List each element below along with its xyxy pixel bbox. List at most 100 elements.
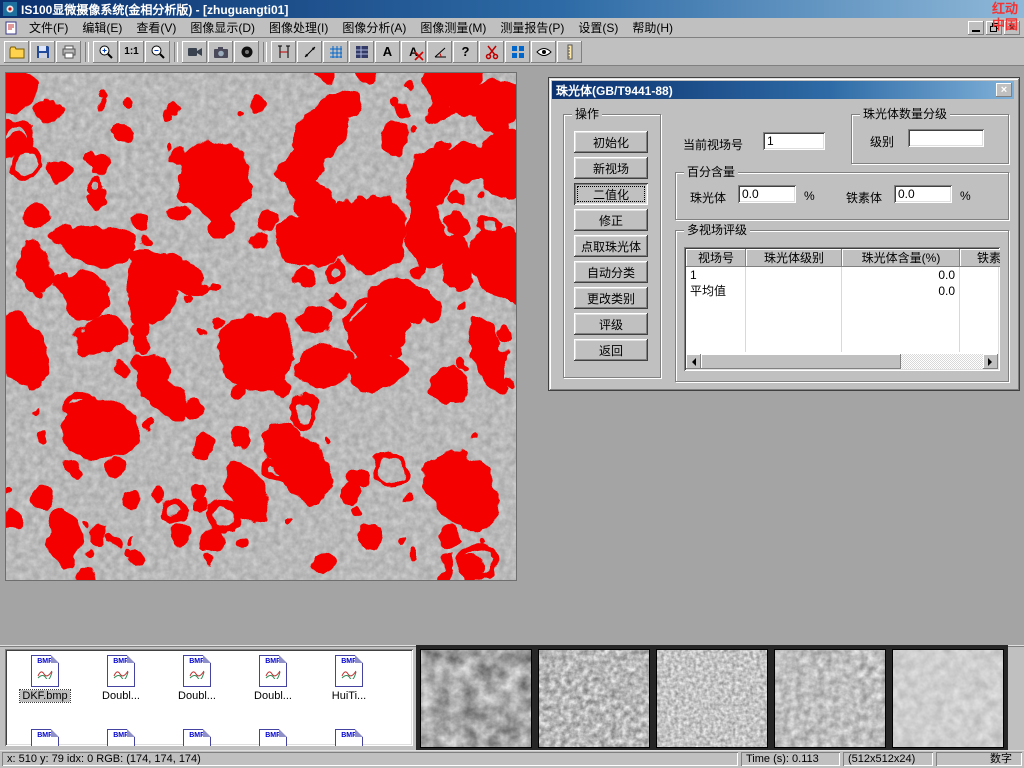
op-new-field-button[interactable]: 新视场 [574,157,648,179]
right-arrow-icon [988,358,996,366]
status-time: Time (s): 0.113 [741,752,840,766]
file-item[interactable]: BMP Doubl... [85,655,157,702]
pearlite-dialog[interactable]: 珠光体(GB/T9441-88) × 操作 初始化 新视场 二值化 修正 点取珠… [548,77,1020,391]
header-field[interactable]: 视场号 [686,249,746,267]
grid-icon [328,44,344,60]
header-ferrite[interactable]: 铁素体 [960,249,1000,267]
save-button[interactable] [30,41,55,63]
thumbnail-3[interactable] [656,649,768,748]
zoom-in-button[interactable] [93,41,118,63]
op-auto-classify-button[interactable]: 自动分类 [574,261,648,283]
metallograph-image[interactable] [5,72,517,581]
status-mode: 数字 [936,752,1022,766]
grid-measure-button[interactable] [323,41,348,63]
op-return-button[interactable]: 返回 [574,339,648,361]
scroll-right-button[interactable] [983,354,998,369]
preview-button[interactable] [531,41,556,63]
thumbnail-1[interactable] [420,649,532,748]
op-correct-button[interactable]: 修正 [574,209,648,231]
current-field-input[interactable] [763,132,825,150]
angle-measure-button[interactable] [427,41,452,63]
header-pearlite-grade[interactable]: 珠光体级别 [746,249,842,267]
menu-help[interactable]: 帮助(H) [625,18,680,38]
cut-button[interactable] [479,41,504,63]
thumbnail-2[interactable] [538,649,650,748]
length-measure-button[interactable] [297,41,322,63]
bmp-file-icon: BMP [183,729,211,746]
op-binarize-button[interactable]: 二值化 [574,183,648,205]
op-grade-button[interactable]: 评级 [574,313,648,335]
application-window: IS100显微摄像系统(金相分析版) - [zhuguangti01] 红动中国… [0,0,1024,768]
help-button[interactable]: ? [453,41,478,63]
video-capture-button[interactable] [182,41,207,63]
grade-input[interactable] [908,129,984,147]
header-pearlite-content[interactable]: 珠光体含量(%) [842,249,960,267]
text-annotation-button[interactable]: A [375,41,400,63]
menu-measure-report[interactable]: 测量报告(P) [493,18,571,38]
file-item[interactable]: BMP Doubl... [161,655,233,702]
file-item-partial[interactable]: BMP [85,729,157,746]
file-item[interactable]: BMP HuiTi... [313,655,385,702]
menu-image-measure[interactable]: 图像测量(M) [413,18,493,38]
ferrite-label: 铁素体 [846,189,882,206]
blue-tiles-icon [510,44,526,60]
menu-image-process[interactable]: 图像处理(I) [262,18,335,38]
minimize-button[interactable] [968,21,984,35]
menu-view[interactable]: 查看(V) [129,18,183,38]
file-item[interactable]: BMP Doubl... [237,655,309,702]
text-delete-button[interactable]: A [401,41,426,63]
document-icon[interactable] [4,21,20,35]
dialog-title-bar[interactable]: 珠光体(GB/T9441-88) × [552,81,1014,99]
title-bar[interactable]: IS100显微摄像系统(金相分析版) - [zhuguangti01] [0,0,1024,18]
table-hscrollbar[interactable] [686,354,998,369]
scrollbar-thumb[interactable] [701,354,901,369]
menu-settings[interactable]: 设置(S) [571,18,625,38]
ferrite-percent-input[interactable] [894,185,952,203]
data-table-button[interactable] [349,41,374,63]
help-icon: ? [462,44,470,59]
overlay-button[interactable] [505,41,530,63]
ruler-button[interactable] [557,41,582,63]
table-row[interactable]: 平均值 0.0 [686,283,1000,299]
file-name: Doubl... [176,690,218,702]
pearlite-percent-input[interactable] [738,185,796,203]
file-item-partial[interactable]: BMP [313,729,385,746]
op-initialize-button[interactable]: 初始化 [574,131,648,153]
table-row[interactable]: 1 0.0 [686,267,1000,283]
zoom-out-icon [150,44,166,60]
file-item-partial[interactable]: BMP [161,729,233,746]
bmp-thumb-icon [112,667,130,679]
file-item[interactable]: BMP DKF.bmp [9,655,81,702]
operations-legend: 操作 [572,107,602,121]
thumbnail-4[interactable] [774,649,886,748]
multi-field-legend: 多视场评级 [684,223,750,237]
pearlite-label: 珠光体 [690,189,726,206]
zoom-out-button[interactable] [145,41,170,63]
file-browser: BMP DKF.bmp BMP Doubl... BMP Doubl... [5,649,413,746]
dialog-close-button[interactable]: × [996,83,1012,97]
thumbnail-5[interactable] [892,649,1004,748]
cell-content: 0.0 [842,283,960,299]
bmp-file-icon: BMP [107,655,135,687]
menu-file[interactable]: 文件(F) [22,18,75,38]
file-item-partial[interactable]: BMP [9,729,81,746]
current-field-label: 当前视场号 [683,136,743,153]
file-name: Doubl... [100,690,142,702]
camera-capture-button[interactable] [208,41,233,63]
menu-edit[interactable]: 编辑(E) [75,18,129,38]
open-file-button[interactable] [4,41,29,63]
op-change-class-button[interactable]: 更改类别 [574,287,648,309]
menu-image-analysis[interactable]: 图像分析(A) [335,18,413,38]
scroll-left-button[interactable] [686,354,701,369]
op-pick-pearlite-button[interactable]: 点取珠光体 [574,235,648,257]
caliper-measure-button[interactable] [271,41,296,63]
percent-sign: % [804,189,815,203]
scissors-icon [484,44,500,60]
menu-image-display[interactable]: 图像显示(D) [183,18,262,38]
bmp-file-icon: BMP [335,729,363,746]
print-button[interactable] [56,41,81,63]
actual-size-button[interactable]: 1:1 [119,41,144,63]
text-a-icon: A [383,44,392,59]
snapshot-button[interactable] [234,41,259,63]
file-item-partial[interactable]: BMP [237,729,309,746]
